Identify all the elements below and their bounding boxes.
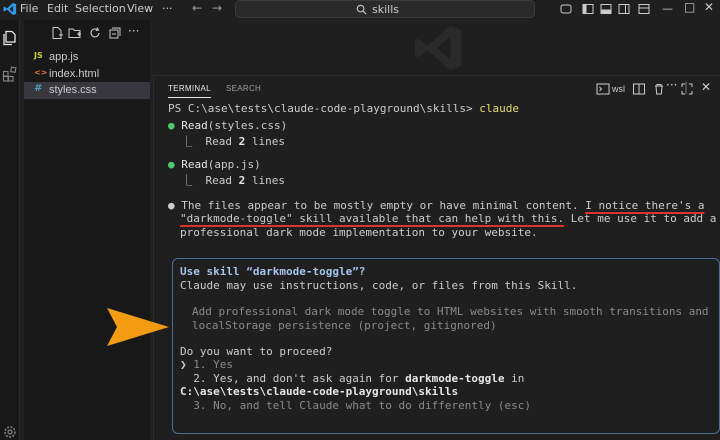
message-text: The files appear to be mostly empty or h… bbox=[181, 199, 586, 212]
success-bullet-icon: ● bbox=[168, 158, 182, 171]
file-item-index-html[interactable]: <> index.html bbox=[24, 66, 150, 83]
option-skill-name: darkmode-toggle bbox=[405, 372, 505, 385]
option-no[interactable]: 3. No, and tell Claude what to do differ… bbox=[180, 399, 531, 412]
message-bullet-icon: ● bbox=[168, 199, 182, 212]
result-prefix: ⎿ Read bbox=[168, 174, 239, 187]
file-item-app-js[interactable]: JS app.js bbox=[24, 49, 150, 66]
command-center-search[interactable]: skills bbox=[235, 0, 535, 18]
assistant-message-line-2: "darkmode-toggle" skill available that c… bbox=[180, 212, 716, 225]
kill-terminal-icon[interactable] bbox=[652, 82, 666, 96]
option-label: 2. Yes, and don't ask again for bbox=[193, 372, 406, 385]
tab-terminal[interactable]: TERMINAL bbox=[168, 84, 211, 98]
orange-pointer-arrow-icon bbox=[107, 308, 169, 346]
customize-layout-icon[interactable] bbox=[638, 3, 650, 15]
prompt-path: PS C:\ase\tests\claude-code-playground\s… bbox=[168, 102, 480, 115]
new-file-icon[interactable] bbox=[50, 26, 64, 40]
option-label: Yes bbox=[213, 358, 233, 371]
split-terminal-icon[interactable] bbox=[632, 82, 646, 96]
option-yes-dont-ask[interactable]: 2. Yes, and don't ask again for darkmode… bbox=[180, 372, 524, 385]
result-suffix: lines bbox=[245, 135, 285, 148]
explorer-icon[interactable] bbox=[2, 30, 18, 46]
option-number: 1. bbox=[193, 358, 214, 371]
message-highlight: I notice there's a bbox=[585, 199, 705, 212]
tool-result-read-app: ⎿ Read 2 lines bbox=[168, 172, 285, 188]
prompt-command: claude bbox=[479, 102, 520, 115]
menu-more[interactable]: ··· bbox=[162, 2, 173, 15]
assistant-message-line-1: ● The files appear to be mostly empty or… bbox=[168, 199, 704, 212]
tab-search[interactable]: SEARCH bbox=[226, 84, 261, 93]
settings-gear-icon[interactable] bbox=[2, 424, 18, 440]
toggle-secondary-sidebar-icon[interactable] bbox=[618, 3, 630, 15]
success-bullet-icon: ● bbox=[168, 119, 182, 132]
terminal-shell-icon[interactable] bbox=[596, 82, 610, 96]
close-panel-icon[interactable]: ✕ bbox=[701, 80, 711, 94]
terminal-prompt-line: PS C:\ase\tests\claude-code-playground\s… bbox=[168, 102, 519, 115]
result-suffix: lines bbox=[245, 174, 285, 187]
message-text: Let me use it to add a bbox=[564, 212, 717, 225]
title-bar: File Edit Selection View ··· ← → skills … bbox=[0, 0, 720, 20]
selection-chevron-icon: ❯ bbox=[180, 358, 194, 371]
result-prefix: ⎿ Read bbox=[168, 135, 239, 148]
dialog-title: Use skill “darkmode-toggle”? bbox=[180, 265, 366, 278]
menu-selection[interactable]: Selection bbox=[75, 2, 126, 15]
collapse-all-icon[interactable] bbox=[108, 26, 122, 40]
toggle-sidebar-icon[interactable] bbox=[582, 3, 594, 15]
forward-arrow-icon[interactable]: → bbox=[212, 1, 222, 15]
extensions-icon[interactable] bbox=[2, 66, 18, 82]
back-arrow-icon[interactable]: ← bbox=[192, 1, 202, 15]
file-name: styles.css bbox=[49, 84, 97, 96]
more-actions-icon[interactable]: ··· bbox=[128, 24, 139, 38]
skill-description-line-1: Add professional dark mode toggle to HTM… bbox=[192, 305, 709, 318]
menu-edit[interactable]: Edit bbox=[47, 2, 68, 15]
menu-view[interactable]: View bbox=[127, 2, 153, 15]
explorer-sidebar: ··· JS app.js <> index.html # styles.css bbox=[24, 20, 150, 440]
toggle-panel-icon[interactable] bbox=[600, 3, 612, 15]
file-name: index.html bbox=[49, 68, 100, 80]
option-shortcut: (esc) bbox=[497, 399, 532, 412]
activity-bar bbox=[0, 20, 20, 440]
option-label: 3. No, and tell Claude what to do differ… bbox=[193, 399, 498, 412]
option-path: C:\ase\tests\claude-code-playground\skil… bbox=[180, 385, 459, 398]
message-text: professional dark mode implementation to… bbox=[180, 226, 538, 239]
new-folder-icon[interactable] bbox=[68, 26, 82, 40]
panel-more-icon[interactable]: ··· bbox=[666, 78, 677, 92]
search-text: skills bbox=[372, 3, 400, 16]
vscode-logo-icon bbox=[3, 2, 17, 16]
tool-call-read-styles: ● Read(styles.css) bbox=[168, 119, 287, 132]
tool-call-read-app: ● Read(app.js) bbox=[168, 158, 261, 171]
minimize-icon[interactable]: — bbox=[662, 2, 673, 15]
refresh-icon[interactable] bbox=[88, 26, 102, 40]
maximize-panel-icon[interactable] bbox=[680, 82, 694, 96]
dialog-subtitle: Claude may use instructions, code, or fi… bbox=[180, 279, 578, 292]
menu-file[interactable]: File bbox=[20, 2, 38, 15]
js-file-icon: JS bbox=[34, 51, 43, 60]
skill-description-line-2: localStorage persistence (project, gitig… bbox=[192, 319, 497, 332]
file-name: app.js bbox=[49, 51, 79, 63]
search-icon bbox=[356, 4, 367, 15]
maximize-icon[interactable]: □ bbox=[684, 0, 695, 14]
vscode-watermark-icon bbox=[414, 25, 462, 71]
tool-name: Read bbox=[181, 119, 208, 132]
css-file-icon: # bbox=[34, 83, 43, 94]
option-yes[interactable]: ❯ 1. Yes bbox=[180, 358, 233, 371]
file-item-styles-css[interactable]: # styles.css bbox=[24, 82, 150, 99]
tool-arg: (styles.css) bbox=[207, 119, 288, 132]
tool-name: Read bbox=[181, 158, 208, 171]
tool-result-read-styles: ⎿ Read 2 lines bbox=[168, 133, 285, 149]
assistant-message-line-3: professional dark mode implementation to… bbox=[180, 226, 538, 239]
close-window-icon[interactable]: ✕ bbox=[704, 0, 714, 14]
option-label-suffix: in bbox=[504, 372, 525, 385]
message-highlight: "darkmode-toggle" skill available that c… bbox=[180, 212, 565, 225]
html-file-icon: <> bbox=[34, 68, 48, 77]
dialog-question: Do you want to proceed? bbox=[180, 345, 333, 358]
tool-arg: (app.js) bbox=[207, 158, 261, 171]
copilot-icon[interactable] bbox=[560, 3, 572, 15]
shell-name[interactable]: wsl bbox=[612, 84, 625, 94]
